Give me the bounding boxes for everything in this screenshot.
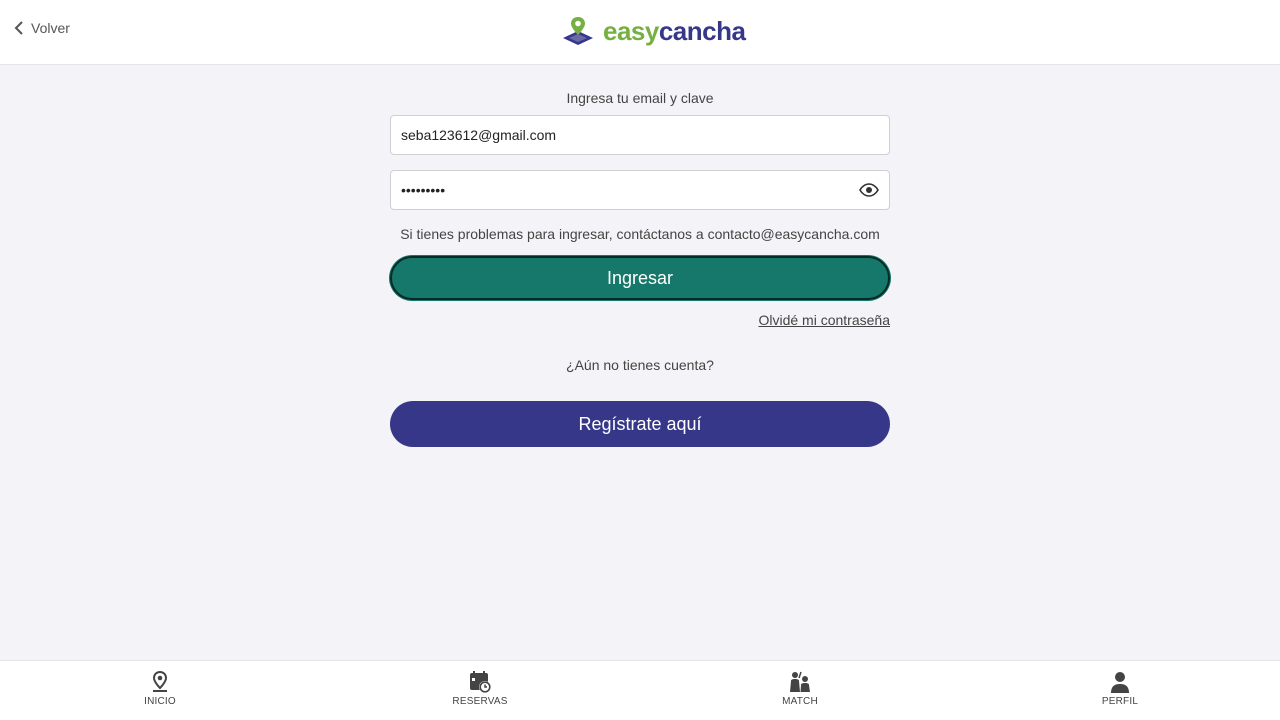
location-pin-icon [152, 670, 168, 692]
calendar-clock-icon [470, 671, 491, 693]
logo-pin-icon [563, 17, 593, 45]
email-input[interactable] [401, 127, 879, 143]
nav-label-perfil: PERFIL [1101, 696, 1139, 707]
person-icon [1111, 672, 1129, 693]
logo-wordmark: easycancha [603, 16, 746, 46]
nav-item-match[interactable]: MATCH [640, 661, 960, 720]
players-icon [790, 671, 810, 692]
password-field[interactable] [390, 170, 890, 210]
chevron-left-icon [14, 21, 23, 35]
help-text: Si tienes problemas para ingresar, contá… [400, 226, 880, 242]
back-label: Volver [31, 20, 70, 36]
nav-item-inicio[interactable]: INICIO [0, 661, 320, 720]
password-input[interactable] [401, 182, 859, 198]
logo-cancha-text: cancha [658, 16, 746, 46]
nav-item-perfil[interactable]: PERFIL [960, 661, 1280, 720]
nav-label-inicio: INICIO [144, 696, 176, 707]
eye-icon[interactable] [859, 183, 879, 197]
top-bar: Volver easycancha [0, 0, 1280, 65]
email-field[interactable] [390, 115, 890, 155]
nav-item-reservas[interactable]: RESERVAS [320, 661, 640, 720]
easycancha-logo[interactable]: easycancha [562, 15, 746, 47]
nav-label-match: MATCH [782, 696, 818, 707]
back-button[interactable]: Volver [14, 20, 70, 36]
login-prompt: Ingresa tu email y clave [566, 90, 714, 106]
nav-label-reservas: RESERVAS [452, 696, 508, 707]
logo-easy-text: easy [603, 16, 659, 46]
bottom-navigation: INICIO RESERVAS MATCH PERFIL [0, 660, 1280, 720]
register-button[interactable]: Regístrate aquí [390, 401, 890, 447]
login-form: Ingresa tu email y clave Si tienes probl… [390, 90, 890, 447]
forgot-password-link[interactable]: Olvidé mi contraseña [758, 312, 890, 328]
login-button[interactable]: Ingresar [390, 256, 890, 300]
no-account-text: ¿Aún no tienes cuenta? [566, 357, 714, 373]
